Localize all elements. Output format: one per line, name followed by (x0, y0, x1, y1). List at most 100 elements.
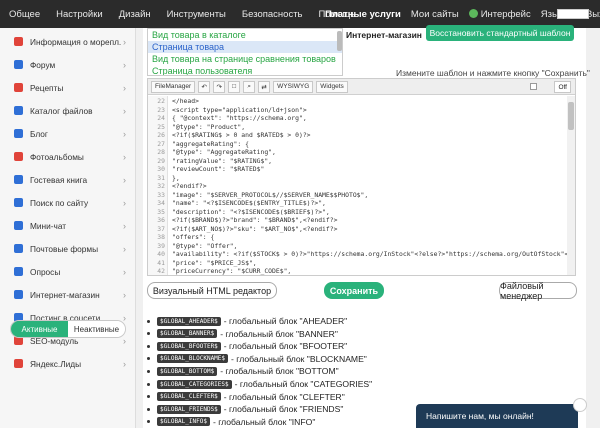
template-option-selected[interactable]: Страница товара (148, 41, 342, 53)
file-manager-button[interactable]: Файловый менеджер (499, 281, 577, 301)
replace-icon[interactable]: ⇄ (258, 80, 271, 93)
toolbar-checkbox[interactable] (530, 83, 537, 90)
template-option[interactable]: Страница пользователя (148, 65, 342, 75)
global-block-code[interactable]: $GLOBAL_INFO$ (157, 417, 210, 427)
global-block-code[interactable]: $GLOBAL_BLOCKNAME$ (157, 354, 229, 364)
code-line: 23 <script type="application/ld+json"> (148, 106, 567, 115)
line-number: 33 (157, 190, 165, 199)
code-line: 42 "priceCurrency": "$CURR_CODE$", (148, 267, 567, 275)
fullscreen-icon[interactable]: □ (228, 80, 241, 93)
global-block-desc: - глобальный блок "BANNER" (220, 328, 338, 339)
code-scrollbar[interactable] (567, 96, 575, 275)
sidebar-item-site-search[interactable]: Поиск по сайту › (0, 191, 136, 214)
code-text: "name": "<?$ISENCODE$($ENTRY_TITLE$)?>", (172, 199, 326, 207)
chevron-right-icon: › (123, 220, 126, 231)
save-button[interactable]: Сохранить (324, 282, 384, 299)
template-option[interactable]: Вид товара на странице сравнения товаров (148, 53, 342, 65)
global-block-code[interactable]: $GLOBAL_FRIENDS$ (157, 404, 221, 414)
line-number: 39 (157, 241, 165, 250)
visual-html-editor-button[interactable]: Визуальный HTML редактор (147, 282, 277, 299)
polls-icon (14, 267, 23, 276)
shop-icon (14, 290, 23, 299)
nav-general[interactable]: Общее (0, 9, 48, 20)
filemanager-button[interactable]: FileManager (151, 80, 196, 93)
undo-icon[interactable]: ↶ (198, 80, 211, 93)
line-number: 37 (157, 224, 165, 233)
code-line: 31}, (148, 174, 567, 183)
online-chat-button[interactable]: Напишите нам, мы онлайн! (416, 404, 578, 428)
line-number: 30 (157, 165, 165, 173)
global-block-code[interactable]: $GLOBAL_BANNER$ (157, 329, 218, 339)
sidebar-item-recipes[interactable]: Рецепты › (0, 76, 136, 99)
bullet-icon (147, 332, 150, 336)
nav-security[interactable]: Безопасность (234, 9, 311, 20)
sidebar-item-online-shop[interactable]: Интернет-магазин › (0, 283, 136, 306)
line-number: 40 (157, 250, 165, 258)
highlight-toggle-label: Off (558, 83, 567, 91)
code-line: 24 { "@context": "https://schema.org", (148, 114, 567, 123)
toggle-inactive[interactable]: Неактивные (68, 321, 125, 337)
global-block-item: $GLOBAL_INFO$ - глобальный блок "INFO" (147, 416, 315, 428)
bullet-icon (147, 344, 150, 348)
redo-icon[interactable]: ↷ (213, 80, 226, 93)
nav-settings[interactable]: Настройки (48, 9, 111, 20)
sidebar-item-polls[interactable]: Опросы › (0, 260, 136, 283)
sidebar-item-mini-chat[interactable]: Мини-чат › (0, 214, 136, 237)
global-block-item: $GLOBAL_BOTTOM$ - глобальный блок "BOTTOM… (147, 365, 339, 377)
chevron-right-icon: › (123, 312, 126, 323)
user-account-box[interactable] (557, 9, 589, 19)
restore-default-template-button[interactable]: Восстановить стандартный шаблон (426, 25, 574, 41)
global-block-code[interactable]: $GLOBAL_BFOOTER$ (157, 341, 221, 351)
code-line: 22 </head> (148, 97, 567, 106)
template-select-list[interactable]: Вид товара в каталоге Страница товара Ви… (147, 28, 343, 76)
widgets-button[interactable]: Widgets (316, 80, 348, 93)
global-block-item: $GLOBAL_BLOCKNAME$ - глобальный блок "BLO… (147, 353, 367, 365)
chevron-right-icon: › (123, 128, 126, 139)
toggle-active[interactable]: Активные (11, 321, 68, 337)
interface-icon (468, 8, 478, 18)
code-line: 29 "ratingValue": "$RATING$", (148, 157, 567, 166)
global-block-code[interactable]: $GLOBAL_BOTTOM$ (157, 366, 218, 376)
search-icon (14, 198, 23, 207)
code-text: "image": "$SERVER_PROTOCOL$//$SERVER_NAM… (172, 190, 369, 199)
nav-interface[interactable]: Интерфейс (464, 8, 536, 20)
template-list-scrollbar[interactable] (337, 31, 342, 51)
guestbook-icon (14, 175, 23, 184)
wysiwyg-button[interactable]: WYSIWYG (273, 80, 314, 93)
global-block-code[interactable]: $GLOBAL_CATEGORIES$ (157, 379, 232, 389)
sidebar-item-blog[interactable]: Блог › (0, 122, 136, 145)
chevron-right-icon: › (123, 174, 126, 185)
sidebar-item-photo-albums[interactable]: Фотоальбомы › (0, 145, 136, 168)
chevron-right-icon: › (123, 59, 126, 70)
code-text: <?if($RATING$ > 0 and $RATED$ > 0)?> (172, 131, 311, 139)
code-text: "price": "$PRICE_JS$", (172, 258, 257, 267)
sidebar-item-file-catalog[interactable]: Каталог файлов › (0, 99, 136, 122)
template-option[interactable]: Вид товара в каталоге (148, 29, 342, 41)
code-line: 37 <?if($ART_NO$)?>"sku": "$ART_NO$",<?en… (148, 225, 567, 234)
bullet-icon (147, 382, 150, 386)
nav-tools[interactable]: Инструменты (159, 9, 234, 20)
global-block-item: $GLOBAL_CLEFTER$ - глобальный блок "CLEFT… (147, 391, 345, 403)
module-filter-toggle: Активные Неактивные (10, 320, 126, 338)
nav-design[interactable]: Дизайн (111, 9, 159, 20)
line-number: 29 (157, 156, 165, 165)
sidebar-item-navigator-info[interactable]: Информация о морепл... › (0, 30, 136, 53)
search-icon[interactable]: ⌕ (243, 80, 256, 93)
global-block-code[interactable]: $GLOBAL_AHEADER$ (157, 316, 221, 326)
code-scrollbar-thumb[interactable] (568, 102, 574, 130)
sidebar-item-label: Яндекс.Лиды (30, 358, 82, 369)
global-block-desc: - глобальный блок "BOTTOM" (220, 366, 339, 377)
mail-forms-icon (14, 244, 23, 253)
sidebar-item-label: Информация о морепл... (30, 36, 122, 47)
sidebar-item-yandex-leads[interactable]: Яндекс.Лиды › (0, 352, 136, 375)
sidebar-item-mail-forms[interactable]: Почтовые формы › (0, 237, 136, 260)
nav-paid-services[interactable]: Платные услуги (320, 9, 406, 20)
global-block-desc: - глобальный блок "CLEFTER" (223, 391, 345, 402)
highlight-toggle[interactable]: Off (554, 81, 571, 93)
global-block-code[interactable]: $GLOBAL_CLEFTER$ (157, 392, 221, 402)
sidebar-item-guestbook[interactable]: Гостевая книга › (0, 168, 136, 191)
sidebar-item-forum[interactable]: Форум › (0, 53, 136, 76)
nav-my-sites[interactable]: Мои сайты (406, 9, 464, 20)
code-area[interactable]: 22 </head> 23 <script type="application/ld+… (148, 96, 567, 275)
code-text: "offers": { (172, 233, 215, 241)
